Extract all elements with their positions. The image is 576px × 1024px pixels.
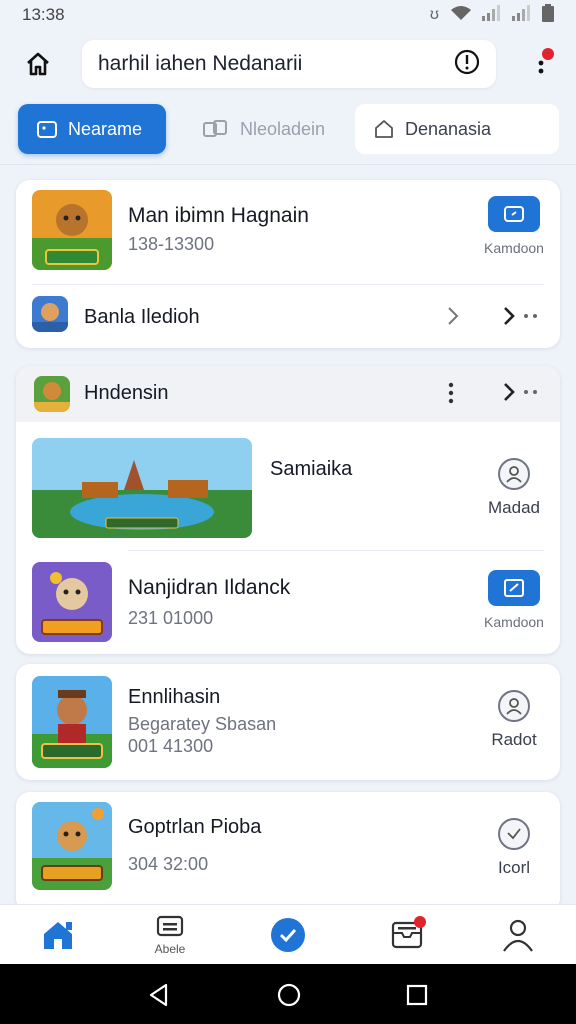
nav-label: Abele	[154, 942, 186, 956]
forward-more-icon[interactable]	[502, 306, 542, 331]
check-circle-icon	[271, 918, 305, 952]
card3-action-label: Radot	[491, 730, 537, 749]
user-icon	[498, 690, 530, 722]
status-bar: 13:38 ʊ	[0, 0, 576, 30]
recents-icon[interactable]	[404, 982, 430, 1008]
row-divider	[128, 550, 544, 551]
play-label: Kamdoon	[484, 240, 544, 256]
check-icon	[498, 818, 530, 850]
game-title: Nanjidran Ildanck	[128, 576, 291, 599]
tab-label: Nearame	[68, 118, 143, 139]
play-button[interactable]	[488, 570, 540, 606]
game-subtitle: 304 32:00	[128, 854, 209, 874]
more-vertical-icon[interactable]	[448, 382, 454, 409]
vibrate-icon: ʊ	[429, 6, 440, 23]
row-divider	[32, 284, 544, 285]
search-bar[interactable]: harhil iahen Nedanarii	[82, 40, 496, 88]
card4-action[interactable]: Icorl	[476, 818, 552, 878]
game-thumbnail	[32, 802, 112, 890]
launch-icon	[504, 579, 524, 597]
game-subtitle-2: 001 41300	[128, 736, 214, 756]
game-card-1[interactable]: Man ibimn Hagnain 138-13300 Kamdoon Banl…	[16, 180, 560, 348]
section-thumbnail	[34, 376, 70, 412]
game-title: Man ibimn Hagnain	[128, 204, 309, 227]
header-divider	[0, 164, 576, 165]
game-title: Ennlihasin	[128, 686, 221, 708]
tab-bar: Nearame Nleoladein Denanasia	[0, 104, 576, 156]
chevron-right-icon[interactable]	[446, 306, 460, 331]
folders-icon	[203, 120, 227, 137]
wifi-icon	[450, 5, 472, 26]
inbox-icon	[391, 916, 426, 949]
notification-badge	[542, 48, 554, 60]
nav-home[interactable]	[28, 911, 88, 963]
system-nav-bar	[0, 964, 576, 1024]
game-thumbnail	[32, 562, 112, 642]
featured-action[interactable]: Madad	[476, 458, 552, 518]
tab-label: Nleoladein	[240, 118, 326, 139]
house-icon	[375, 120, 393, 138]
featured-banner[interactable]	[32, 438, 252, 538]
more-menu-button[interactable]	[526, 46, 556, 82]
game-card-3[interactable]: Ennlihasin Begaratey Sbasan 001 41300 Ra…	[16, 664, 560, 780]
game-thumbnail	[32, 676, 112, 768]
play-action[interactable]: Kamdoon	[476, 196, 552, 256]
card4-action-label: Icorl	[497, 858, 531, 877]
game-thumbnail	[32, 190, 112, 270]
signal-icon	[482, 4, 502, 26]
game-title: Goptrlan Pioba	[128, 816, 262, 838]
game-subtitle: Begaratey Sbasan	[128, 714, 277, 734]
monitor-icon	[156, 915, 184, 937]
tab-nearame[interactable]: Nearame	[18, 104, 166, 154]
play-button[interactable]	[488, 196, 540, 232]
top-bar: harhil iahen Nedanarii	[0, 32, 576, 96]
gamepad-icon	[504, 206, 524, 222]
tab-nleoladein[interactable]: Nleoladein	[184, 104, 334, 154]
home-filled-icon	[44, 922, 72, 949]
tab-label: Denanasia	[405, 118, 492, 139]
game-subtitle: 231 01000	[128, 608, 214, 628]
bottom-nav: Abele	[0, 904, 576, 964]
signal-2-icon	[512, 4, 532, 26]
tab-denanasia[interactable]: Denanasia	[355, 104, 559, 154]
featured-action-label: Madad	[488, 498, 540, 517]
sub-thumbnail	[32, 296, 68, 332]
info-icon[interactable]	[454, 49, 480, 80]
section-card: Hndensin Samiaika Madad Nanjidran Ildanc…	[16, 366, 560, 654]
play-label: Kamdoon	[484, 614, 544, 630]
back-icon[interactable]	[146, 982, 172, 1008]
status-time: 13:38	[22, 5, 65, 24]
nav-messages[interactable]	[378, 911, 438, 963]
nav-profile[interactable]	[488, 911, 548, 963]
nav-check[interactable]	[258, 911, 318, 963]
home-circle-icon[interactable]	[276, 982, 302, 1008]
home-outline-icon	[27, 52, 49, 76]
folder-icon	[37, 121, 57, 138]
user-icon	[498, 458, 530, 490]
card3-action[interactable]: Radot	[476, 690, 552, 750]
game-subtitle: 138-13300	[128, 234, 215, 254]
home-button[interactable]	[16, 42, 60, 86]
search-input[interactable]: harhil iahen Nedanarii	[98, 52, 454, 76]
row-label[interactable]: Banla Iledioh	[84, 306, 200, 329]
battery-icon	[542, 3, 554, 27]
featured-title: Samiaika	[270, 458, 353, 480]
play-action[interactable]: Kamdoon	[476, 570, 552, 630]
section-title: Hndensin	[84, 382, 169, 404]
game-card-4[interactable]: Goptrlan Pioba 304 32:00 Icorl	[16, 792, 560, 912]
nav-library[interactable]: Abele	[140, 911, 200, 963]
user-outline-icon	[503, 919, 533, 952]
status-icons: ʊ	[429, 3, 554, 27]
forward-more-icon[interactable]	[502, 382, 542, 407]
